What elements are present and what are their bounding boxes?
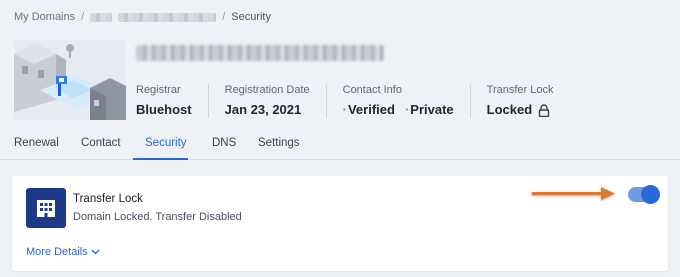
breadcrumb-my-domains[interactable]: My Domains [14, 11, 75, 23]
tab-renewal[interactable]: Renewal [14, 137, 59, 149]
contact-value: ·Verified ·Private [343, 102, 454, 118]
tab-security[interactable]: Security [145, 137, 187, 149]
breadcrumb-current: Security [231, 11, 271, 23]
transfer-lock-label: Transfer Lock [486, 84, 554, 96]
domain-name-blurred [136, 45, 384, 61]
regdate-value: Jan 23, 2021 [224, 102, 302, 117]
active-tab-indicator [133, 158, 188, 160]
breadcrumb: My Domains / / Security [14, 11, 271, 23]
verified-dot-icon: · [342, 102, 347, 117]
more-details-link[interactable]: More Details [26, 246, 100, 258]
domain-meta: Registrar Bluehost Registration Date Jan… [136, 84, 570, 118]
meta-registrar: Registrar Bluehost [136, 84, 208, 118]
contact-label: Contact Info [342, 84, 402, 96]
registrar-label: Registrar [136, 84, 181, 96]
building-icon [26, 188, 66, 228]
toggle-knob [641, 185, 660, 204]
card-subtitle: Domain Locked. Transfer Disabled [73, 211, 242, 223]
transfer-lock-status: Locked [486, 102, 533, 117]
breadcrumb-separator: / [81, 11, 85, 23]
regdate-label: Registration Date [224, 84, 310, 96]
tab-bar: Renewal Contact Security DNS Settings [0, 130, 680, 160]
transfer-lock-toggle[interactable] [628, 185, 660, 204]
tab-contact[interactable]: Contact [81, 137, 121, 149]
tab-dns[interactable]: DNS [212, 137, 236, 149]
meta-transfer-lock: Transfer Lock Locked [469, 84, 570, 118]
chevron-down-icon [91, 249, 100, 255]
transfer-lock-value: Locked [487, 102, 554, 118]
contact-verified: Verified [347, 102, 395, 117]
tab-settings[interactable]: Settings [258, 137, 300, 149]
meta-contact-info: Contact Info ·Verified ·Private [325, 84, 470, 118]
lock-icon [538, 103, 550, 117]
breadcrumb-blurred-domain[interactable] [118, 12, 217, 22]
private-dot-icon: · [404, 102, 410, 117]
card-title: Transfer Lock [73, 193, 143, 205]
breadcrumb-separator: / [222, 11, 226, 23]
meta-registration-date: Registration Date Jan 23, 2021 [207, 84, 326, 118]
breadcrumb-blurred-domain[interactable] [90, 12, 113, 22]
more-details-label[interactable]: More Details [26, 246, 88, 258]
domain-illustration [14, 40, 126, 120]
annotation-arrow-icon [531, 187, 615, 200]
registrar-value: Bluehost [136, 102, 192, 117]
contact-private: Private [410, 102, 454, 117]
